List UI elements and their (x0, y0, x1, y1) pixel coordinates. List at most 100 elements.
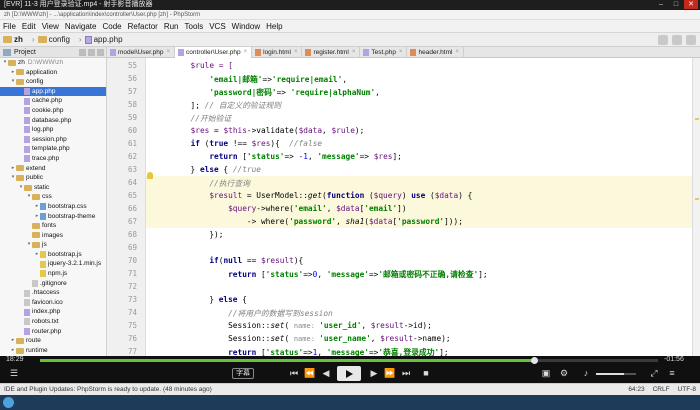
tree-item[interactable]: ▾ static (0, 183, 106, 193)
tree-item[interactable]: ▾ js (0, 240, 106, 250)
volume-slider[interactable] (596, 373, 636, 375)
breadcrumb-item-file[interactable]: app.php (84, 35, 123, 44)
code-line[interactable]: //将用户的数据写到session (153, 308, 333, 319)
debug-icon[interactable] (672, 35, 682, 45)
stop-icon[interactable]: ■ (420, 367, 432, 379)
scroll-from-source-icon[interactable] (79, 48, 86, 56)
close-tab-icon[interactable]: × (167, 47, 171, 58)
tree-item[interactable]: ▾ zh D:\WWW\zh (0, 58, 106, 68)
code-line[interactable]: return ['status'=> -1, 'message'=> $res]… (153, 152, 402, 161)
code-line[interactable]: return ['status'=>0, 'message'=>'邮箱或密码不正… (153, 269, 488, 280)
close-tab-icon[interactable]: × (455, 47, 459, 58)
code-line[interactable]: $rule = [ (153, 61, 233, 70)
volume-icon[interactable]: ♪ (580, 367, 592, 379)
tree-item[interactable]: ▸ application (0, 68, 106, 78)
tree-item[interactable]: session.php (0, 135, 106, 145)
project-panel-title[interactable]: Project (14, 49, 36, 56)
tree-item[interactable]: ▸ extend (0, 164, 106, 174)
tree-item[interactable]: log.php (0, 125, 106, 135)
menu-item-navigate[interactable]: Navigate (65, 22, 97, 31)
next-icon[interactable]: ⏭ (400, 367, 412, 379)
code-line[interactable]: Session::set( name: 'user_id', $result->… (153, 321, 432, 330)
tree-item[interactable]: cache.php (0, 96, 106, 106)
search-icon[interactable] (686, 35, 696, 45)
tree-item[interactable]: database.php (0, 116, 106, 126)
editor-tab[interactable]: controller\User.php × (175, 47, 253, 58)
hide-panel-icon[interactable] (97, 48, 104, 56)
error-stripe-marker[interactable] (695, 118, 699, 120)
code-line[interactable]: //执行查询 (153, 178, 250, 189)
seek-handle[interactable] (531, 357, 539, 364)
tree-item[interactable]: ▾ public (0, 173, 106, 183)
code-line[interactable]: 'password|密码'=> 'require|alphaNum', (153, 87, 380, 98)
tree-item[interactable]: ▸ route (0, 336, 106, 346)
close-tab-icon[interactable]: × (294, 47, 298, 58)
menu-item-edit[interactable]: Edit (22, 22, 36, 31)
tree-item[interactable]: app.php (0, 86, 106, 97)
run-icon[interactable] (658, 35, 668, 45)
close-tab-icon[interactable]: × (352, 47, 356, 58)
code-line[interactable]: if (true !== $res){ //false (153, 139, 322, 148)
lightbulb-icon[interactable] (147, 172, 153, 179)
tree-item[interactable]: .gitignore (0, 279, 106, 289)
rewind-icon[interactable]: ⏪ (304, 367, 316, 379)
menu-item-run[interactable]: Run (164, 22, 179, 31)
close-tab-icon[interactable]: × (399, 47, 403, 58)
breadcrumb-item-project[interactable]: zh (3, 35, 23, 44)
fast-forward-icon[interactable]: ⏩ (384, 367, 396, 379)
code-line[interactable]: $result = UserModel::get(function ($quer… (153, 191, 472, 200)
tree-item[interactable]: trace.php (0, 154, 106, 164)
tree-item[interactable]: .htaccess (0, 288, 106, 298)
seek-bar[interactable] (40, 357, 658, 364)
menu-item-code[interactable]: Code (102, 22, 121, 31)
list-icon[interactable]: ☰ (8, 367, 20, 379)
tree-item[interactable]: favicon.ico (0, 298, 106, 308)
maximize-button[interactable]: □ (669, 0, 683, 9)
step-back-icon[interactable]: ◀ (320, 367, 332, 379)
tree-item[interactable]: cookie.php (0, 106, 106, 116)
tree-item[interactable]: fonts (0, 221, 106, 231)
minimize-button[interactable]: – (654, 0, 668, 9)
tree-item[interactable]: ▸ bootstrap.js (0, 250, 106, 260)
editor-tab[interactable]: header.html × (407, 47, 464, 58)
code-line[interactable]: if(null == $result){ (153, 256, 303, 265)
menu-item-file[interactable]: File (3, 22, 16, 31)
tree-item[interactable]: images (0, 231, 106, 241)
code-line[interactable]: }); (153, 230, 223, 239)
menu-item-window[interactable]: Window (232, 22, 260, 31)
menu-item-help[interactable]: Help (266, 22, 282, 31)
tree-item[interactable]: robots.txt (0, 317, 106, 327)
breadcrumb-item-config[interactable]: config (37, 35, 70, 44)
start-button-icon[interactable] (3, 397, 14, 408)
code-line[interactable]: -> where('password', sha1($data['passwor… (153, 217, 463, 226)
editor-tab[interactable]: Test.php × (360, 47, 408, 58)
menu-item-view[interactable]: View (42, 22, 59, 31)
tree-item[interactable]: template.php (0, 144, 106, 154)
editor-tab[interactable]: login.html × (252, 47, 303, 58)
fullscreen-icon[interactable]: ⤢ (648, 367, 660, 379)
editor-tab[interactable]: register.html × (302, 47, 361, 58)
play-button[interactable] (337, 366, 361, 381)
tree-item[interactable]: router.php (0, 327, 106, 337)
step-forward-icon[interactable]: ▶ (368, 367, 380, 379)
tree-item[interactable]: jquery-3.2.1.min.js (0, 259, 106, 269)
code-line[interactable]: $res = $this->validate($data, $rule); (153, 126, 365, 135)
code-line[interactable]: } else { (153, 295, 247, 304)
code-line[interactable]: $query->where('email', $data['email']) (153, 204, 406, 213)
code-line[interactable]: 'email|邮箱'=>'require|email', (153, 74, 347, 85)
settings-icon[interactable]: ⚙ (558, 367, 570, 379)
menu-item-vcs[interactable]: VCS (209, 22, 225, 31)
close-button[interactable]: ✕ (684, 0, 698, 9)
code-line[interactable]: } else { //true (153, 165, 261, 174)
editor-scrollbar[interactable] (692, 58, 700, 374)
tree-item[interactable]: ▸ bootstrap-theme (0, 212, 106, 222)
menu-item-refactor[interactable]: Refactor (128, 22, 158, 31)
gear-icon[interactable] (88, 48, 95, 56)
previous-icon[interactable]: ⏮ (288, 367, 300, 379)
tree-item[interactable]: ▸ runtime (0, 346, 106, 356)
tree-item[interactable]: npm.js (0, 269, 106, 279)
code-line[interactable]: //开始验证 (153, 113, 232, 124)
caret-position[interactable]: 64:23 (628, 384, 644, 395)
menu-item-tools[interactable]: Tools (185, 22, 204, 31)
editor-tab[interactable]: model\User.php × (107, 47, 176, 58)
